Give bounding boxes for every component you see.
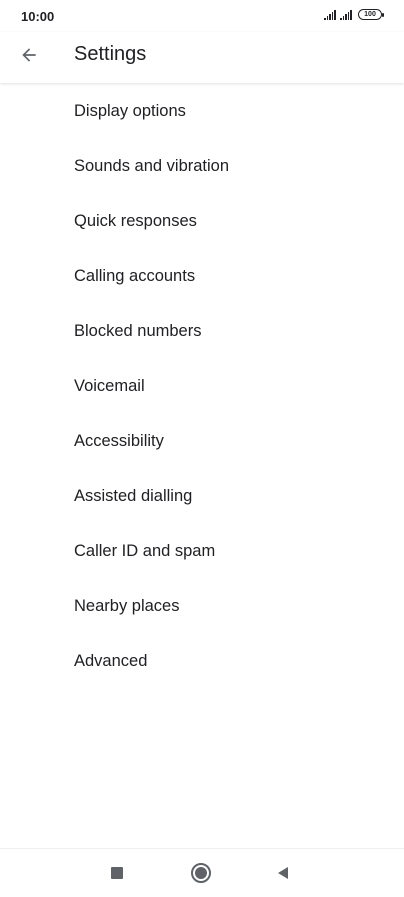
settings-item-label: Accessibility (74, 432, 164, 450)
settings-item-quick-responses[interactable]: Quick responses (0, 194, 404, 249)
signal-icon (324, 9, 337, 20)
battery-icon: 100 (358, 9, 384, 20)
settings-item-assisted-dialling[interactable]: Assisted dialling (0, 469, 404, 524)
settings-item-blocked-numbers[interactable]: Blocked numbers (0, 304, 404, 359)
settings-list: Display options Sounds and vibration Qui… (0, 84, 404, 689)
settings-item-calling-accounts[interactable]: Calling accounts (0, 249, 404, 304)
settings-item-label: Nearby places (74, 597, 180, 615)
settings-item-label: Calling accounts (74, 267, 196, 285)
settings-item-label: Caller ID and spam (74, 542, 216, 560)
settings-item-label: Quick responses (74, 212, 197, 230)
settings-item-sounds-and-vibration[interactable]: Sounds and vibration (0, 139, 404, 194)
page-title: Settings (74, 43, 147, 65)
home-button[interactable] (189, 861, 213, 885)
circle-home-icon (191, 863, 211, 883)
settings-item-label: Display options (74, 102, 186, 120)
recents-button[interactable] (105, 861, 129, 885)
signal-icon (340, 9, 352, 20)
status-bar: 10:00 100 (0, 0, 404, 32)
status-icons: 100 (324, 9, 384, 20)
nav-back-button[interactable] (271, 861, 295, 885)
settings-item-label: Assisted dialling (74, 487, 193, 505)
back-button[interactable] (14, 40, 44, 70)
settings-item-advanced[interactable]: Advanced (0, 634, 404, 689)
settings-item-nearby-places[interactable]: Nearby places (0, 579, 404, 634)
settings-item-accessibility[interactable]: Accessibility (0, 414, 404, 469)
arrow-back-icon (22, 48, 36, 62)
settings-item-label: Sounds and vibration (74, 157, 230, 175)
settings-item-label: Advanced (74, 652, 148, 670)
app-bar: Settings (0, 32, 404, 83)
battery-level: 100 (364, 11, 376, 18)
settings-item-voicemail[interactable]: Voicemail (0, 359, 404, 414)
settings-item-caller-id-and-spam[interactable]: Caller ID and spam (0, 524, 404, 579)
settings-item-label: Blocked numbers (74, 322, 202, 340)
settings-item-label: Voicemail (74, 377, 145, 395)
square-recents-icon (111, 867, 123, 879)
status-time: 10:00 (21, 9, 55, 24)
navigation-bar (0, 848, 404, 897)
settings-item-display-options[interactable]: Display options (0, 84, 404, 139)
triangle-back-icon (278, 867, 288, 879)
